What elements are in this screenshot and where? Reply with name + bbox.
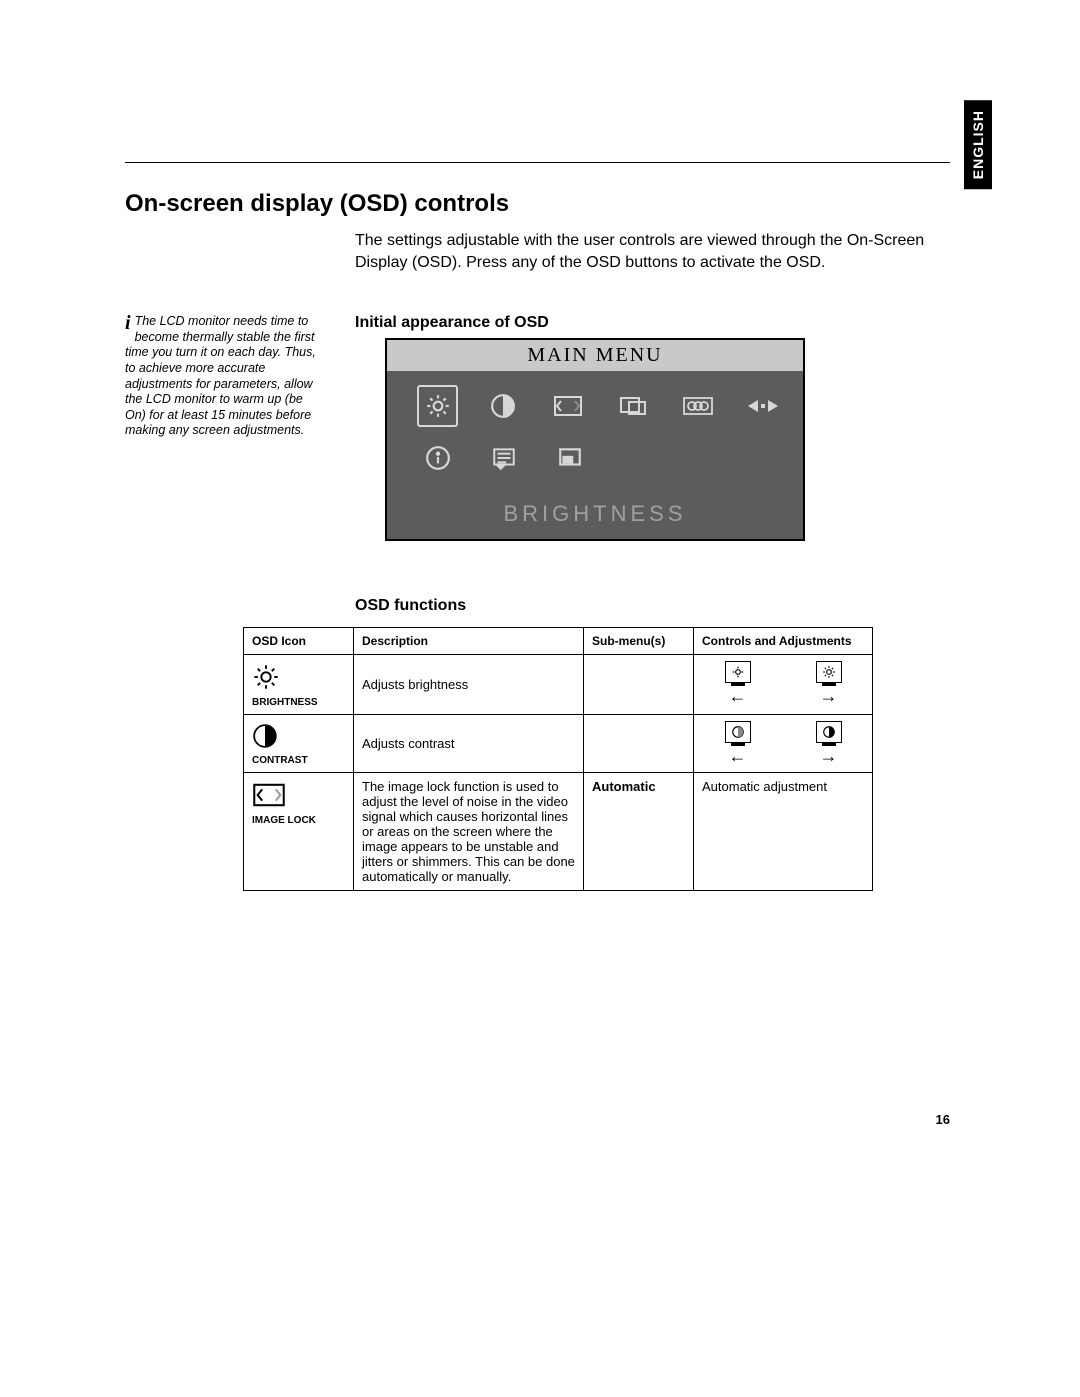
arrow-right-icon: → <box>820 747 838 765</box>
page-title: On-screen display (OSD) controls <box>125 190 509 218</box>
brightness-up-icon <box>816 661 842 683</box>
sidenote-text: The LCD monitor needs time to become the… <box>125 314 316 437</box>
row-desc: Adjusts contrast <box>354 715 584 773</box>
contrast-up-icon <box>816 721 842 743</box>
osd-window: MAIN MENU <box>385 338 805 541</box>
th-adj: Controls and Adjustments <box>694 628 873 655</box>
row-sub: Automatic <box>584 773 694 891</box>
row-icon-contrast: CONTRAST <box>244 715 354 773</box>
contrast-down-icon <box>725 721 751 743</box>
info-icon: i <box>125 314 131 332</box>
row-desc: The image lock function is used to adjus… <box>354 773 584 891</box>
osd-icon-grid <box>387 371 803 495</box>
osd-functions-table: OSD Icon Description Sub-menu(s) Control… <box>243 627 873 891</box>
row-adj: Automatic adjustment <box>694 773 873 891</box>
row-icon-brightness: BRIGHTNESS <box>244 655 354 715</box>
divider <box>125 162 950 163</box>
row-adj: ← → <box>694 655 873 715</box>
th-icon: OSD Icon <box>244 628 354 655</box>
information-icon[interactable] <box>417 437 459 479</box>
contrast-icon[interactable] <box>482 385 523 427</box>
color-icon[interactable] <box>677 385 718 427</box>
intro-paragraph: The settings adjustable with the user co… <box>355 230 950 273</box>
arrow-left-icon: ← <box>729 687 747 705</box>
arrow-left-icon: ← <box>729 747 747 765</box>
row-label: IMAGE LOCK <box>252 815 316 826</box>
brightness-icon[interactable] <box>417 385 458 427</box>
th-sub: Sub-menu(s) <box>584 628 694 655</box>
brightness-down-icon <box>725 661 751 683</box>
osd-title: MAIN MENU <box>387 340 803 371</box>
row-desc: Adjusts brightness <box>354 655 584 715</box>
row-label: BRIGHTNESS <box>252 697 318 708</box>
table-row: CONTRAST Adjusts contrast ← <box>244 715 873 773</box>
arrow-right-icon: → <box>820 687 838 705</box>
menu-position-icon[interactable] <box>549 437 591 479</box>
image-position-icon[interactable] <box>612 385 653 427</box>
sidenote: i The LCD monitor needs time to become t… <box>125 314 325 439</box>
language-tab: ENGLISH <box>964 100 992 189</box>
subheading-functions: OSD functions <box>355 597 466 615</box>
table-row: BRIGHTNESS Adjusts brightness ← <box>244 655 873 715</box>
page-number: 16 <box>936 1112 950 1127</box>
image-lock-icon[interactable] <box>547 385 588 427</box>
th-desc: Description <box>354 628 584 655</box>
row-adj: ← → <box>694 715 873 773</box>
table-row: IMAGE LOCK The image lock function is us… <box>244 773 873 891</box>
reset-icon[interactable] <box>742 385 783 427</box>
language-icon[interactable] <box>483 437 525 479</box>
osd-footer-label: BRIGHTNESS <box>387 495 803 539</box>
row-icon-imagelock: IMAGE LOCK <box>244 773 354 891</box>
subheading-initial: Initial appearance of OSD <box>355 314 549 332</box>
row-sub <box>584 715 694 773</box>
row-sub <box>584 655 694 715</box>
row-label: CONTRAST <box>252 755 308 766</box>
